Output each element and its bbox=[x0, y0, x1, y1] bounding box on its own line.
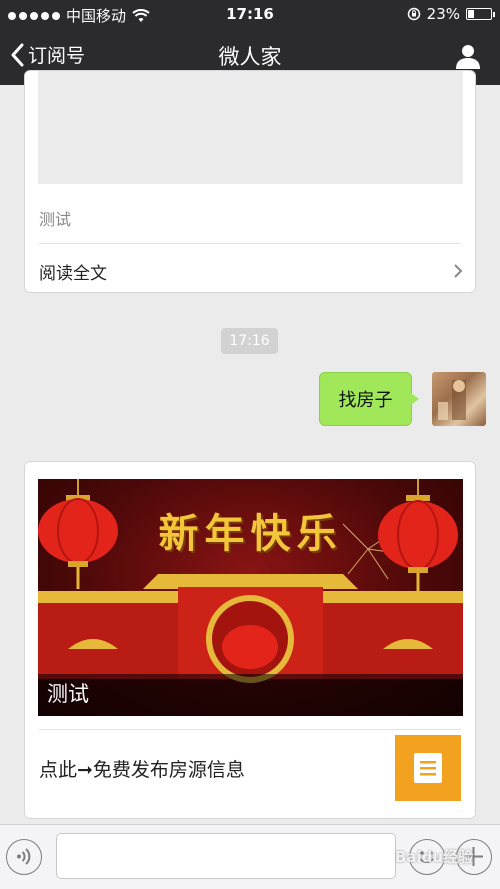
document-icon bbox=[414, 753, 442, 783]
profile-icon[interactable] bbox=[454, 42, 482, 70]
news-item-title: 点此➞免费发布房源信息 bbox=[39, 758, 245, 781]
news-card: 新年快乐 测试 点此➞免费发布房源信息 bbox=[24, 461, 476, 819]
news-list-item[interactable]: 点此➞免费发布房源信息 bbox=[39, 732, 461, 804]
article-card-top: 测试 阅读全文 bbox=[24, 70, 476, 293]
battery-icon bbox=[466, 8, 495, 20]
voice-icon bbox=[17, 848, 31, 865]
rotation-lock-icon bbox=[407, 7, 420, 21]
divider bbox=[39, 729, 461, 730]
cover-image[interactable]: 新年快乐 测试 bbox=[38, 479, 463, 716]
outgoing-message-bubble[interactable]: 找房子 bbox=[319, 372, 419, 426]
cover-banner-text: 新年快乐 bbox=[158, 510, 343, 557]
user-avatar[interactable] bbox=[432, 372, 486, 426]
battery-percent: 23% bbox=[426, 5, 460, 23]
news-item-thumbnail bbox=[395, 735, 461, 801]
message-timestamp: 17:16 bbox=[221, 328, 278, 354]
avatar-image bbox=[438, 380, 466, 420]
read-all-link[interactable]: 阅读全文 bbox=[39, 256, 463, 286]
cover-title: 测试 bbox=[47, 682, 89, 706]
status-bar: 中国移动 17:16 23% bbox=[0, 0, 500, 28]
chevron-right-icon bbox=[454, 264, 463, 278]
message-input[interactable] bbox=[56, 833, 396, 879]
article-description: 测试 bbox=[39, 210, 72, 229]
watermark: Baidu经验 bbox=[395, 848, 474, 866]
divider bbox=[39, 243, 461, 244]
cover-overlay bbox=[38, 674, 463, 716]
status-right: 23% bbox=[407, 5, 495, 23]
voice-button[interactable] bbox=[6, 839, 42, 875]
read-all-label: 阅读全文 bbox=[39, 263, 107, 284]
page-title: 微人家 bbox=[218, 45, 282, 69]
article-image-placeholder[interactable] bbox=[38, 71, 463, 184]
